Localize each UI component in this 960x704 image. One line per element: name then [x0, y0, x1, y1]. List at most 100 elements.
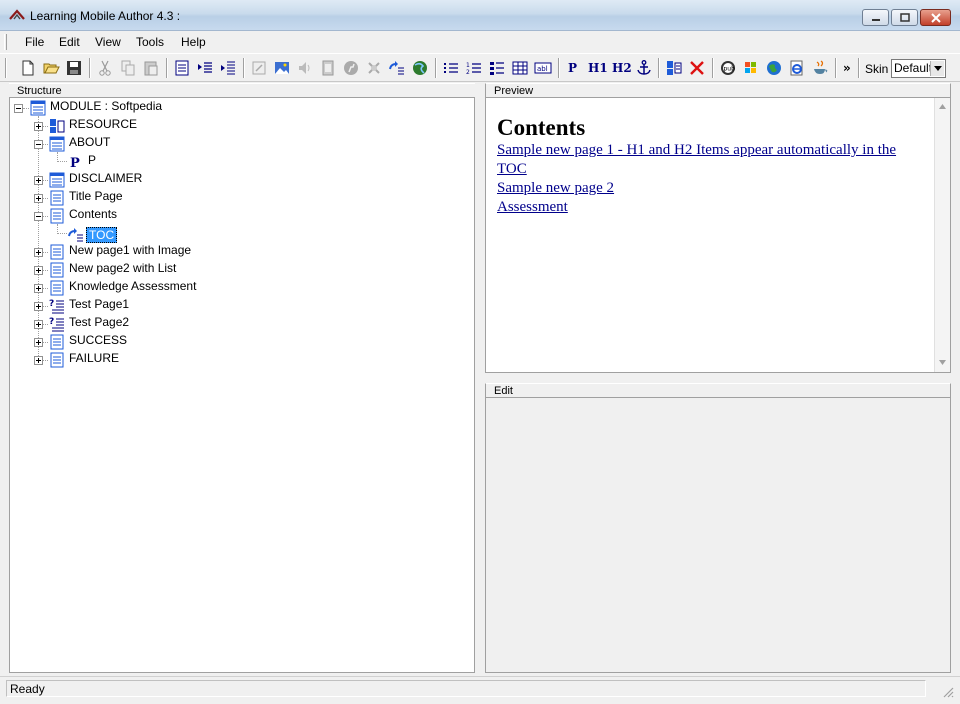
tree-connector — [43, 342, 48, 343]
tree-node-disclaimer[interactable]: DISCLAIMER — [67, 171, 144, 185]
delete-button[interactable] — [688, 59, 706, 77]
tree-node-new-page1[interactable]: New page1 with Image — [67, 243, 193, 257]
tree-expander[interactable] — [34, 338, 43, 347]
tree-node-test-page1[interactable]: Test Page1 — [67, 297, 131, 311]
minimize-button[interactable] — [862, 9, 889, 26]
add-page-button[interactable] — [173, 59, 191, 77]
maximize-button[interactable] — [891, 9, 918, 26]
menu-help[interactable]: Help — [177, 34, 210, 50]
tree-expander[interactable] — [34, 266, 43, 275]
tree-expander[interactable] — [34, 212, 43, 221]
new-file-button[interactable] — [19, 59, 37, 77]
open-file-button[interactable] — [42, 59, 60, 77]
tree-expander[interactable] — [34, 302, 43, 311]
cut-button[interactable] — [96, 59, 114, 77]
menu-grip[interactable] — [4, 34, 7, 50]
tree-connector — [43, 306, 48, 307]
tree-node-knowledge-assessment[interactable]: Knowledge Assessment — [67, 279, 198, 293]
structure-tree[interactable]: MODULE : Softpedia RESOURCE ABOUT P P DI… — [9, 98, 475, 673]
heading1-button[interactable]: H1 — [588, 59, 608, 77]
menu-tools[interactable]: Tools — [132, 34, 168, 50]
edit-pane[interactable] — [485, 398, 951, 673]
pane-splitter[interactable] — [475, 83, 485, 673]
resize-grip-icon[interactable] — [942, 686, 954, 698]
tree-node-contents[interactable]: Contents — [67, 207, 119, 221]
section-icon — [198, 62, 212, 73]
toc-link[interactable]: Sample new page 1 - H1 and H2 Items appe… — [497, 141, 927, 179]
tree-connector — [43, 270, 48, 271]
heading2-button[interactable]: H2 — [612, 59, 632, 77]
insert-applet-button[interactable] — [365, 59, 383, 77]
save-button[interactable] — [65, 59, 83, 77]
delete-icon — [690, 61, 704, 75]
window-title: Learning Mobile Author 4.3 : — [30, 9, 181, 23]
tree-expander[interactable] — [34, 284, 43, 293]
browser-preview-button[interactable] — [765, 59, 783, 77]
insert-audio-button[interactable] — [296, 59, 314, 77]
toc-link[interactable]: Assessment — [497, 198, 927, 217]
insert-web-button[interactable] — [411, 59, 429, 77]
tree-expander[interactable] — [34, 320, 43, 329]
toolbar-overflow-button[interactable]: » — [843, 59, 851, 77]
page-icon — [50, 262, 64, 278]
toc-icon — [68, 228, 83, 242]
skin-select[interactable]: Default — [891, 59, 946, 78]
publish-button[interactable]: pub — [719, 59, 737, 77]
insert-flash-button[interactable] — [342, 59, 360, 77]
tree-node-test-page2[interactable]: Test Page2 — [67, 315, 131, 329]
insert-textfield-button[interactable]: abl — [534, 59, 552, 77]
web-page-icon — [413, 61, 427, 75]
menu-view[interactable]: View — [91, 34, 125, 50]
paste-button[interactable] — [142, 59, 160, 77]
tree-node-failure[interactable]: FAILURE — [67, 351, 121, 365]
java-preview-button[interactable] — [811, 59, 829, 77]
tree-root-label[interactable]: MODULE : Softpedia — [48, 99, 164, 113]
preview-scrollbar[interactable] — [934, 98, 950, 372]
insert-table-button[interactable] — [511, 59, 529, 77]
tree-node-new-page2[interactable]: New page2 with List — [67, 261, 178, 275]
paragraph-button[interactable]: P — [568, 59, 577, 77]
tree-node-about[interactable]: ABOUT — [67, 135, 112, 149]
bullet-list-button[interactable] — [442, 59, 460, 77]
tree-node-success[interactable]: SUCCESS — [67, 333, 129, 347]
table-icon — [512, 61, 528, 75]
toc-link[interactable]: Sample new page 2 — [497, 179, 927, 198]
definition-list-button[interactable] — [488, 59, 506, 77]
paragraph-icon: P — [70, 156, 80, 170]
toolbar-separator — [858, 58, 860, 78]
chevron-down-icon[interactable] — [930, 61, 944, 76]
scroll-down-icon[interactable] — [939, 360, 946, 365]
insert-toc-button[interactable] — [388, 59, 406, 77]
menu-edit[interactable]: Edit — [55, 34, 84, 50]
close-button[interactable] — [920, 9, 951, 26]
add-subsection-button[interactable] — [219, 59, 237, 77]
preview-pane[interactable]: Contents Sample new page 1 - H1 and H2 I… — [485, 98, 951, 373]
copy-button[interactable] — [119, 59, 137, 77]
tree-expander[interactable] — [34, 248, 43, 257]
title-bar[interactable]: Learning Mobile Author 4.3 : — [0, 0, 960, 31]
properties-button[interactable] — [665, 59, 683, 77]
tree-node-title-page[interactable]: Title Page — [67, 189, 125, 203]
anchor-button[interactable] — [635, 59, 653, 77]
insert-link-button[interactable] — [250, 59, 268, 77]
tree-node-resource[interactable]: RESOURCE — [67, 117, 139, 131]
tree-expander[interactable] — [34, 356, 43, 365]
menu-file[interactable]: File — [21, 34, 48, 50]
tree-expander[interactable] — [34, 194, 43, 203]
add-section-button[interactable] — [196, 59, 214, 77]
toolbar-grip[interactable] — [5, 58, 7, 78]
tree-expander[interactable] — [34, 122, 43, 131]
tree-node-toc[interactable]: TOC — [86, 227, 118, 243]
scroll-up-icon[interactable] — [939, 104, 946, 109]
ie-preview-button[interactable] — [788, 59, 806, 77]
page-icon — [50, 208, 64, 224]
insert-video-button[interactable] — [319, 59, 337, 77]
insert-image-button[interactable] — [273, 59, 291, 77]
tree-expander[interactable] — [34, 140, 43, 149]
tree-expander-root[interactable] — [14, 104, 23, 113]
windows-preview-button[interactable] — [742, 59, 760, 77]
numbered-list-button[interactable]: 12 — [465, 59, 483, 77]
tree-expander[interactable] — [34, 176, 43, 185]
tree-node-p[interactable]: P — [86, 153, 98, 167]
svg-text:?: ? — [49, 317, 54, 327]
